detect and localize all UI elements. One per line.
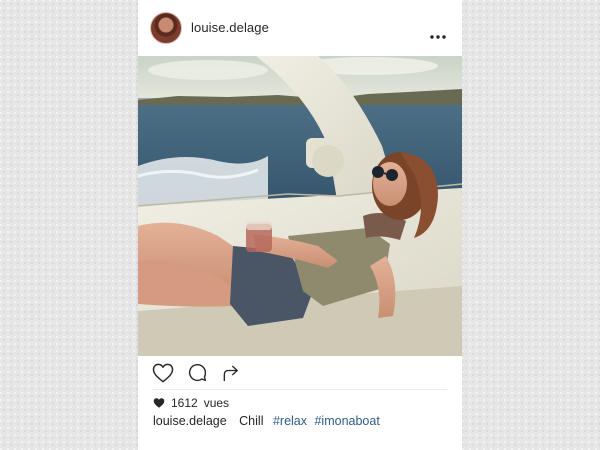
comment-button[interactable]: [185, 363, 209, 387]
share-arrow-icon: [221, 363, 241, 388]
views-number: 1612: [171, 396, 198, 410]
hashtag-link[interactable]: #relax: [273, 414, 307, 428]
post-username[interactable]: louise.delage: [191, 20, 269, 35]
heart-outline-icon: [152, 363, 174, 388]
views-count: 1612 vues: [153, 396, 229, 410]
post-photo[interactable]: [138, 56, 462, 356]
share-button[interactable]: [219, 363, 243, 387]
instagram-post-card: louise.delage 1612 vues louise.delage Ch…: [138, 0, 462, 450]
hashtag-link[interactable]: #imonaboat: [314, 414, 379, 428]
avatar[interactable]: [150, 12, 182, 44]
caption-username[interactable]: louise.delage: [153, 414, 227, 428]
heart-filled-icon: [153, 397, 165, 409]
more-options-icon[interactable]: [430, 26, 446, 39]
post-caption: louise.delage Chill #relax #imonaboat: [153, 414, 384, 428]
actions-divider: [153, 389, 447, 390]
views-label: vues: [203, 396, 230, 410]
post-actions-bar: [138, 360, 462, 388]
comment-bubble-icon: [187, 362, 208, 388]
like-button[interactable]: [151, 363, 175, 387]
post-header: louise.delage: [138, 0, 462, 56]
caption-text: Chill: [239, 414, 264, 428]
